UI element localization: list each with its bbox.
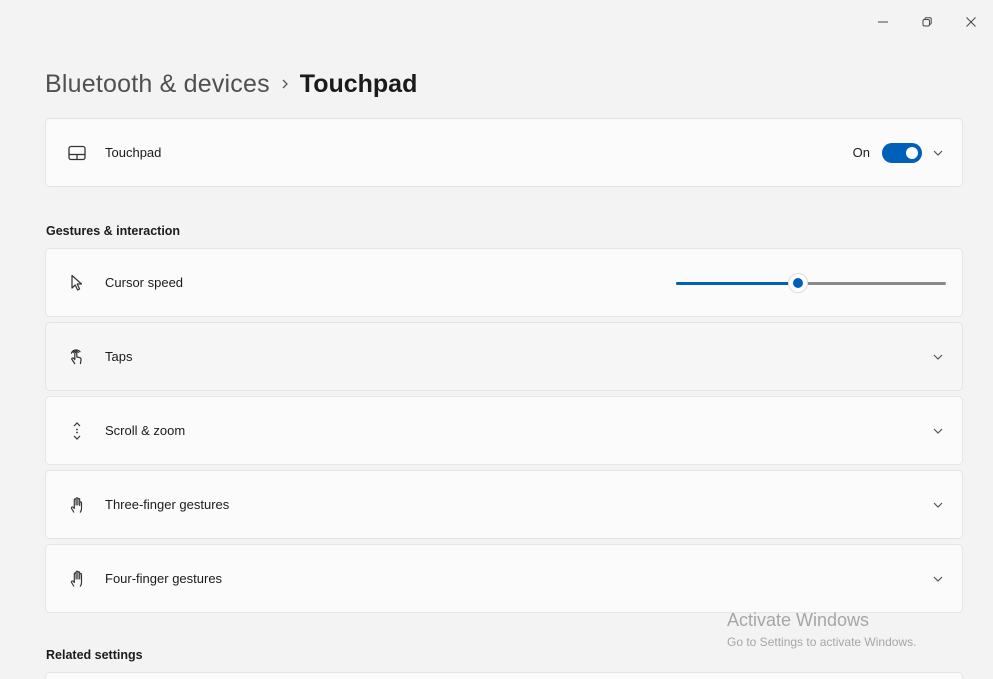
close-button[interactable] (949, 8, 993, 36)
slider-fill (676, 281, 798, 285)
three-finger-card[interactable]: Three-finger gestures (45, 470, 963, 539)
scroll-zoom-card[interactable]: Scroll & zoom (45, 396, 963, 465)
toggle-state-label: On (852, 145, 870, 160)
four-finger-hand-icon (66, 568, 88, 590)
four-finger-card[interactable]: Four-finger gestures (45, 544, 963, 613)
restore-icon (922, 17, 932, 27)
chevron-down-icon[interactable] (928, 569, 948, 589)
breadcrumb: Bluetooth & devices Touchpad (45, 64, 417, 104)
caption-buttons (861, 8, 993, 36)
restore-button[interactable] (905, 8, 949, 36)
related-settings-card[interactable] (45, 672, 963, 679)
breadcrumb-parent-link[interactable]: Bluetooth & devices (45, 70, 270, 99)
touchpad-toggle[interactable] (882, 142, 922, 163)
cursor-speed-slider[interactable] (676, 249, 946, 316)
cursor-speed-label: Cursor speed (105, 275, 184, 290)
activation-watermark: Activate Windows Go to Settings to activ… (727, 610, 916, 649)
chevron-down-icon[interactable] (928, 495, 948, 515)
section-title-related: Related settings (46, 648, 143, 662)
section-title-gestures: Gestures & interaction (46, 224, 181, 238)
minimize-icon (878, 21, 888, 23)
touchpad-label: Touchpad (105, 145, 162, 160)
page-title: Touchpad (299, 69, 418, 98)
slider-thumb[interactable] (787, 272, 808, 293)
settings-window: Bluetooth & devices Touchpad Touchpad On… (8, 0, 993, 679)
cursor-speed-card: Cursor speed (45, 248, 963, 317)
chevron-down-icon[interactable] (928, 143, 948, 163)
four-finger-label: Four-finger gestures (105, 571, 223, 586)
close-icon (966, 17, 976, 27)
toggle-knob (906, 146, 918, 159)
scroll-icon (66, 420, 88, 442)
chevron-right-icon (270, 78, 300, 90)
taps-card[interactable]: Taps (45, 322, 963, 391)
touchpad-icon (66, 142, 88, 164)
taps-label: Taps (105, 349, 133, 364)
cursor-icon (66, 272, 88, 294)
scroll-zoom-label: Scroll & zoom (105, 423, 186, 438)
tap-icon (66, 346, 88, 368)
chevron-down-icon[interactable] (928, 347, 948, 367)
minimize-button[interactable] (861, 8, 905, 36)
three-finger-hand-icon (66, 494, 88, 516)
touchpad-card[interactable]: Touchpad On (45, 118, 963, 187)
watermark-title: Activate Windows (727, 610, 870, 630)
three-finger-label: Three-finger gestures (105, 497, 230, 512)
chevron-down-icon[interactable] (928, 421, 948, 441)
watermark-subtitle: Go to Settings to activate Windows. (727, 635, 917, 649)
